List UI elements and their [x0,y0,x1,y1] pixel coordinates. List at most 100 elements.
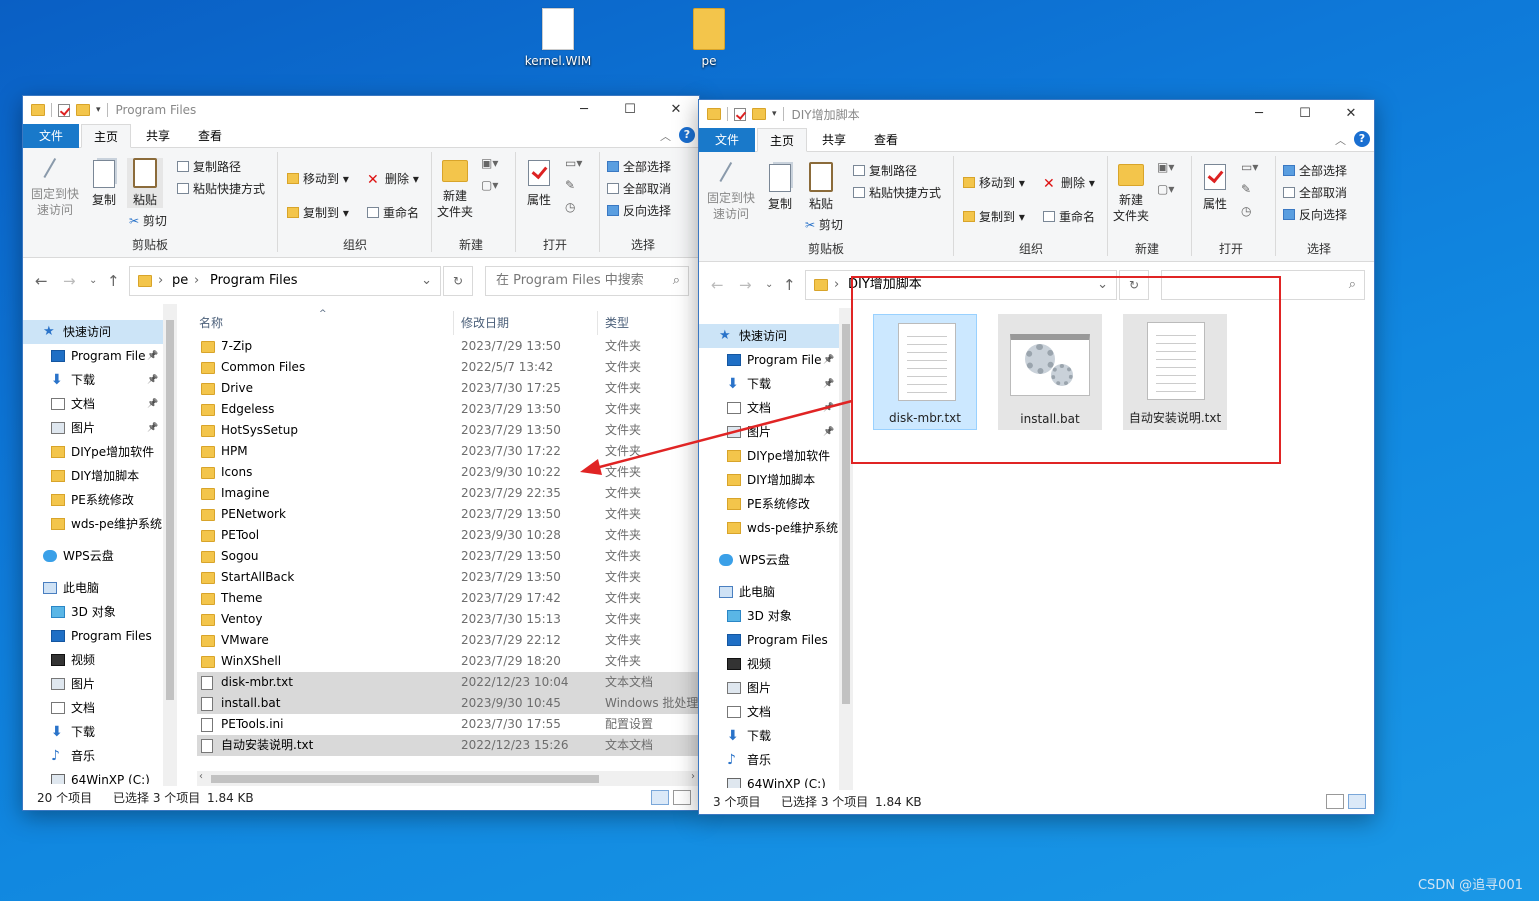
rename-button[interactable]: 重命名 [1043,208,1095,225]
nav-item[interactable]: 3D 对象 [51,600,116,624]
properties-button[interactable]: 属性 [521,160,557,208]
nav-item[interactable]: ⬇ 下载 📌 [727,372,834,396]
rename-button[interactable]: 重命名 [367,204,419,221]
open-icon[interactable]: ▭▾ [565,156,582,170]
nav-item[interactable]: 此电脑 [719,580,775,604]
close-button[interactable]: ✕ [653,96,699,124]
edit-icon[interactable]: ✎ [565,178,575,192]
cut-button[interactable]: ✂ 剪切 [129,212,167,229]
address-dropdown-icon[interactable]: ⌄ [421,267,432,295]
file-row[interactable]: StartAllBack 2023/7/29 13:50 文件夹 [197,567,699,588]
nav-item[interactable]: 视频 [727,652,771,676]
nav-item[interactable]: 图片 [51,672,95,696]
nav-item[interactable]: WPS云盘 [43,544,114,568]
details-view-icon[interactable] [651,790,669,805]
history-icon[interactable]: ◷ [1241,204,1251,218]
invert-selection-button[interactable]: 反向选择 [607,202,671,219]
nav-item[interactable]: ♪ 音乐 [727,748,771,772]
minimize-button[interactable]: ─ [1236,100,1282,128]
nav-item[interactable]: 图片 📌 [51,416,158,440]
nav-item[interactable]: wds-pe维护系统 [51,512,162,536]
nav-item[interactable]: ⬇ 下载 📌 [51,368,158,392]
nav-item[interactable]: 文档 [727,700,771,724]
move-to-button[interactable]: 移动到 ▾ [963,174,1025,191]
nav-scrollbar[interactable] [163,304,177,786]
up-button[interactable]: ↑ [107,266,120,296]
nav-item[interactable]: ⬇ 下载 [727,724,771,748]
back-button[interactable]: ← [35,266,48,296]
tab-share[interactable]: 共享 [133,124,183,148]
file-row[interactable]: install.bat 2023/9/30 10:45 Windows 批处理 [197,693,699,714]
paste-button[interactable]: 粘贴 [803,162,839,212]
collapse-ribbon-icon[interactable]: ︿ [1335,132,1346,148]
paste-button[interactable]: 粘贴 [127,158,163,208]
nav-item[interactable]: WPS云盘 [719,548,790,572]
copy-button[interactable]: 复制 [89,160,119,208]
file-row[interactable]: 自动安装说明.txt 2022/12/23 15:26 文本文档 [197,735,699,756]
tab-share[interactable]: 共享 [809,128,859,152]
address-bar[interactable]: › pe › Program Files ⌄ [129,266,441,296]
back-button[interactable]: ← [711,270,724,300]
recent-locations-icon[interactable]: ⌄ [765,270,773,300]
new-folder-icon[interactable] [76,104,90,116]
file-row[interactable]: PENetwork 2023/7/29 13:50 文件夹 [197,504,699,525]
pin-quick-access-button[interactable]: 固定到快 速访问 [705,161,757,222]
desktop-icon-kernel-wim[interactable]: kernel.WIM [513,8,603,68]
paste-shortcut-button[interactable]: 粘贴快捷方式 [177,180,265,197]
delete-button[interactable]: ✕ 删除 ▾ [1043,174,1095,191]
large-icons-view-icon[interactable] [1348,794,1366,809]
file-row[interactable]: Common Files 2022/5/7 13:42 文件夹 [197,357,699,378]
pin-quick-access-button[interactable]: 固定到快 速访问 [29,157,81,218]
search-input[interactable]: 在 Program Files 中搜索 ⌕ [485,266,689,296]
file-row[interactable]: PETools.ini 2023/7/30 17:55 配置设置 [197,714,699,735]
select-all-button[interactable]: 全部选择 [1283,162,1347,179]
help-icon[interactable]: ? [679,127,695,143]
tab-home[interactable]: 主页 [81,124,131,148]
easy-access-icon[interactable]: ▢▾ [1157,182,1174,196]
invert-selection-button[interactable]: 反向选择 [1283,206,1347,223]
horizontal-scrollbar[interactable]: ‹ › [197,771,699,787]
file-row[interactable]: Theme 2023/7/29 17:42 文件夹 [197,588,699,609]
column-name[interactable]: 名称 [199,311,223,335]
nav-item[interactable]: ⬇ 下载 [51,720,95,744]
file-row[interactable]: Sogou 2023/7/29 13:50 文件夹 [197,546,699,567]
cut-button[interactable]: ✂ 剪切 [805,216,843,233]
nav-item[interactable]: 图片 [727,676,771,700]
nav-item[interactable]: ★ 快速访问 [719,324,787,348]
nav-item[interactable]: PE系统修改 [51,488,134,512]
nav-item[interactable]: DIY增加脚本 [51,464,139,488]
column-type[interactable]: 类型 [605,311,629,335]
nav-item[interactable]: ★ 快速访问 [43,320,111,344]
maximize-button[interactable]: ☐ [1282,100,1328,128]
nav-item[interactable]: DIYpe增加软件 [51,440,154,464]
details-view-icon[interactable] [1326,794,1344,809]
close-button[interactable]: ✕ [1328,100,1374,128]
forward-button[interactable]: → [63,266,76,296]
maximize-button[interactable]: ☐ [607,96,653,124]
desktop-icon-pe[interactable]: pe [664,8,754,68]
history-icon[interactable]: ◷ [565,200,575,214]
collapse-ribbon-icon[interactable]: ︿ [660,128,671,144]
minimize-button[interactable]: ─ [561,96,607,124]
nav-item[interactable]: 文档 [51,696,95,720]
select-none-button[interactable]: 全部取消 [607,180,671,197]
copy-path-button[interactable]: 复制路径 [177,158,241,175]
help-icon[interactable]: ? [1354,131,1370,147]
tab-file[interactable]: 文件 [23,124,79,148]
new-item-icon[interactable]: ▣▾ [1157,160,1174,174]
nav-item[interactable]: 3D 对象 [727,604,792,628]
edit-icon[interactable]: ✎ [1241,182,1251,196]
refresh-button[interactable]: ↻ [443,266,473,296]
nav-item[interactable]: 64WinXP (C:) [51,768,150,784]
properties-button[interactable]: 属性 [1197,164,1233,212]
new-folder-button[interactable]: 新建 文件夹 [435,160,475,220]
tab-view[interactable]: 查看 [185,124,235,148]
nav-item[interactable]: Program Files [51,624,152,648]
customize-dropdown-icon[interactable]: ▾ [772,109,777,119]
nav-item[interactable]: wds-pe维护系统 [727,516,838,540]
nav-item[interactable]: 视频 [51,648,95,672]
breadcrumb-pe[interactable]: pe [172,267,188,295]
properties-icon[interactable] [58,103,70,117]
paste-shortcut-button[interactable]: 粘贴快捷方式 [853,184,941,201]
column-date[interactable]: 修改日期 [461,311,509,335]
